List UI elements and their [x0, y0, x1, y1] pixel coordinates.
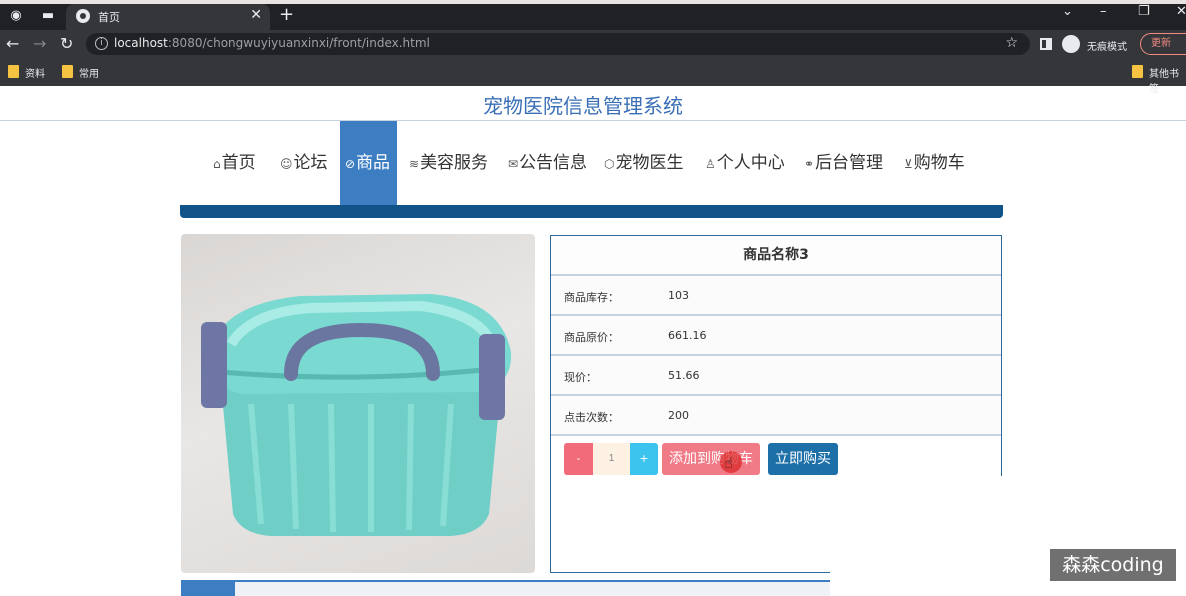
purchase-actions: - + 添加到购物车 立即购买 — [551, 436, 1001, 480]
menu-item-products[interactable]: ⊘商品 — [340, 121, 397, 205]
restore-icon[interactable]: ❐ — [1138, 4, 1150, 19]
bookmark-star-icon[interactable]: ☆ — [1005, 35, 1018, 51]
incognito-icon[interactable] — [1062, 35, 1080, 53]
storage-box-illustration — [201, 294, 512, 536]
buy-now-button[interactable]: 立即购买 — [768, 443, 838, 475]
update-button[interactable]: 更新 — [1140, 33, 1186, 55]
mail-icon: ✉ — [508, 157, 519, 171]
minimize-icon[interactable]: – — [1100, 4, 1107, 19]
add-to-cart-button[interactable]: 添加到购物车 — [662, 443, 760, 475]
quantity-increase-button[interactable]: + — [630, 443, 658, 475]
menu-label: 个人中心 — [716, 153, 785, 173]
menu-item-notices[interactable]: ✉公告信息 — [508, 121, 587, 205]
detail-value: 200 — [668, 409, 689, 422]
menu-label: 首页 — [221, 153, 256, 173]
close-tab-icon[interactable]: ✕ — [250, 7, 262, 23]
video-watermark: 森森coding — [1050, 549, 1176, 581]
reload-icon[interactable]: ↻ — [60, 34, 73, 53]
new-tab-button[interactable]: + — [279, 4, 294, 25]
globe-icon — [76, 9, 90, 23]
menu-label: 商品 — [356, 153, 391, 173]
smile-icon: ☺ — [280, 157, 293, 171]
detail-label: 现价： — [564, 371, 597, 384]
menu-label: 论坛 — [293, 153, 328, 173]
layers-icon: ≋ — [409, 157, 420, 171]
menu-label: 美容服务 — [420, 153, 489, 173]
url-host: localhost — [114, 36, 168, 50]
browser-tab-active[interactable]: 首页 ✕ — [66, 4, 270, 30]
menu-item-doctors[interactable]: ⬡宠物医生 — [604, 121, 683, 205]
forward-icon[interactable]: → — [33, 34, 46, 53]
menu-label: 宠物医生 — [615, 153, 684, 173]
detail-row-current-price: 现价： 51.66 — [551, 356, 1001, 396]
tab-details-active[interactable] — [181, 582, 235, 596]
product-icon: ⊘ — [345, 157, 356, 171]
browser-tab-strip: ◉ ▬ 首页 ✕ + ⌄ – ❐ ✕ — [0, 0, 1186, 30]
detail-value: 661.16 — [668, 329, 707, 342]
pointer-cursor-icon — [720, 451, 742, 473]
menu-item-forum[interactable]: ☺论坛 — [280, 121, 328, 205]
window-close-icon[interactable]: ✕ — [1176, 4, 1186, 19]
home-icon: ⌂ — [213, 157, 221, 171]
main-menu: ⌂首页 ☺论坛 ⊘商品 ≋美容服务 ✉公告信息 ⬡宠物医生 ♙个人中心 ⚭后台管… — [180, 121, 1003, 205]
menu-item-home[interactable]: ⌂首页 — [213, 121, 256, 205]
bookmark-folder-changyong[interactable]: 常用 — [62, 65, 99, 80]
url-text[interactable]: localhost:8080/chongwuyiyuanxinxi/front/… — [114, 36, 430, 50]
detail-label: 点击次数： — [564, 411, 619, 424]
site-info-icon[interactable]: i — [95, 37, 108, 50]
url-path: :8080/chongwuyiyuanxinxi/front/index.htm… — [167, 36, 430, 50]
incognito-label[interactable]: 无痕模式 — [1087, 38, 1127, 53]
menu-label: 购物车 — [913, 153, 965, 173]
menu-item-profile[interactable]: ♙个人中心 — [705, 121, 785, 205]
address-bar[interactable]: i localhost:8080/chongwuyiyuanxinxi/fron… — [86, 33, 1030, 55]
site-title: 宠物医院信息管理系统 — [483, 94, 683, 118]
bookmark-folder-ziliao[interactable]: 资料 — [8, 65, 45, 80]
tab-search-icon[interactable]: ▬ — [40, 8, 56, 24]
quantity-input[interactable] — [593, 443, 630, 475]
link-icon: ⚭ — [804, 157, 815, 171]
bookmarks-bar: 资料 常用 其他书签 — [0, 58, 1186, 95]
detail-value: 103 — [668, 289, 689, 302]
cart-icon: ⊻ — [904, 157, 913, 171]
menu-item-admin[interactable]: ⚭后台管理 — [804, 121, 883, 205]
detail-row-clicks: 点击次数： 200 — [551, 396, 1001, 436]
profile-icon[interactable]: ◉ — [8, 8, 24, 24]
detail-row-original-price: 商品原价： 661.16 — [551, 316, 1001, 356]
detail-label: 商品原价： — [564, 331, 619, 344]
user-icon: ♙ — [705, 157, 716, 171]
cube-icon: ⬡ — [604, 157, 615, 171]
back-icon[interactable]: ← — [6, 34, 19, 53]
product-image — [181, 234, 535, 573]
address-toolbar: ← → ↻ i localhost:8080/chongwuyiyuanxinx… — [0, 30, 1186, 58]
menu-underline-bar — [180, 205, 1003, 218]
menu-label: 公告信息 — [519, 153, 588, 173]
tab-list-chevron-icon[interactable]: ⌄ — [1062, 4, 1073, 19]
menu-label: 后台管理 — [815, 153, 884, 173]
menu-item-cart[interactable]: ⊻购物车 — [904, 121, 965, 205]
menu-item-grooming[interactable]: ≋美容服务 — [409, 121, 488, 205]
product-name: 商品名称3 — [551, 236, 1001, 276]
detail-row-stock: 商品库存： 103 — [551, 276, 1001, 316]
quantity-decrease-button[interactable]: - — [564, 443, 593, 475]
detail-label: 商品库存： — [564, 291, 619, 304]
side-panel-icon[interactable] — [1040, 38, 1052, 50]
tab-title: 首页 — [98, 11, 120, 24]
detail-value: 51.66 — [668, 369, 700, 382]
overlay-panel — [830, 476, 1050, 596]
